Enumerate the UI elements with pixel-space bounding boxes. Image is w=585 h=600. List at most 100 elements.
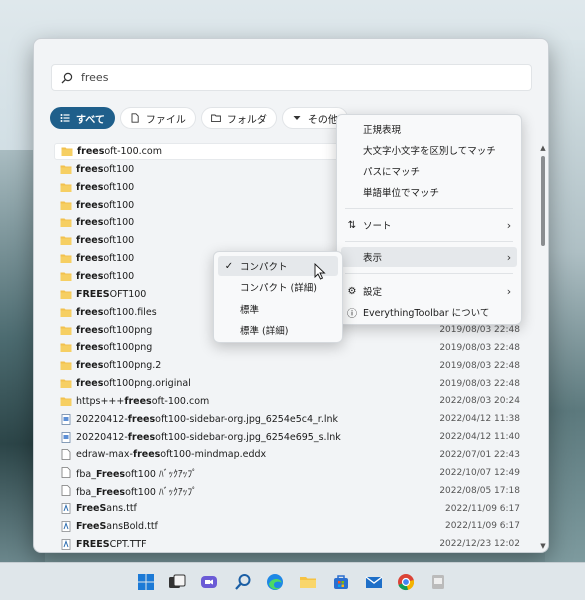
- result-row[interactable]: FREESCPT.TTF 2022/12/23 12:02: [54, 536, 522, 552]
- folder-icon: [61, 147, 73, 156]
- menu-item-whole-word[interactable]: 単語単位でマッチ: [341, 182, 517, 202]
- search-box[interactable]: [51, 64, 532, 91]
- filter-folder-button[interactable]: フォルダ: [200, 107, 277, 129]
- results-scrollbar[interactable]: ▲ ▼: [539, 142, 547, 550]
- result-name: freesoft100png: [76, 342, 430, 353]
- menu-separator: [345, 273, 513, 274]
- document-icon: [61, 485, 71, 497]
- chat-icon[interactable]: [199, 572, 219, 592]
- result-row[interactable]: freesoft100png.original 2019/08/03 22:48: [54, 375, 522, 392]
- result-name-rest: oft100-mindmap.eddx: [160, 449, 267, 461]
- font-file-icon: [61, 520, 71, 532]
- menu-item-regex-label: 正規表現: [363, 125, 402, 136]
- chevron-right-icon: ›: [506, 250, 512, 264]
- mouse-cursor-icon: [314, 263, 326, 280]
- filter-bar: すべて ファイル フォルダ その他: [50, 107, 348, 129]
- chrome-icon[interactable]: [396, 572, 416, 592]
- result-row[interactable]: freesoft100png.2 2019/08/03 22:48: [54, 357, 522, 374]
- result-name-prefix: fba_: [76, 468, 96, 480]
- document-icon: [61, 467, 71, 479]
- folder-icon: [60, 254, 72, 264]
- file-explorer-icon[interactable]: [298, 572, 318, 592]
- submenu-item-compact-detail[interactable]: コンパクト (詳細): [218, 277, 338, 297]
- menu-item-match-case[interactable]: 大文字小文字を区別してマッチ: [341, 140, 517, 160]
- microsoft-store-icon[interactable]: [331, 572, 351, 592]
- result-date: 2019/08/03 22:48: [439, 342, 520, 353]
- folder-icon: [60, 218, 72, 228]
- menu-item-settings-label: 設定: [363, 287, 383, 298]
- menu-separator: [345, 241, 513, 242]
- result-row[interactable]: FreeSans.ttf 2022/11/09 6:17: [54, 500, 522, 517]
- result-name-rest: oft-100.com: [104, 146, 162, 157]
- filter-all-button[interactable]: すべて: [50, 107, 115, 129]
- result-name-rest: oft100: [103, 270, 135, 282]
- menu-item-view[interactable]: 表示 ›: [341, 247, 517, 267]
- result-name-rest: oft100 ﾊﾞｯｸｱｯﾌﾟ: [125, 468, 197, 480]
- result-name-rest: oft100png: [103, 324, 153, 336]
- scroll-up-icon[interactable]: ▲: [539, 144, 547, 152]
- result-row[interactable]: 20220412-freesoft100-sidebar-org.jpg_625…: [54, 411, 522, 428]
- result-name-prefix: https+++: [76, 395, 125, 407]
- menu-item-match-path-label: パスにマッチ: [363, 167, 421, 178]
- result-name-highlight: frees: [132, 449, 161, 461]
- result-row[interactable]: 20220412-freesoft100-sidebar-org.jpg_625…: [54, 429, 522, 446]
- mail-icon[interactable]: [364, 572, 384, 592]
- result-name-highlight: FREES: [76, 288, 110, 300]
- menu-item-sort-label: ソート: [363, 221, 392, 232]
- result-date: 2022/10/07 12:49: [439, 467, 520, 478]
- result-name-prefix: 20220412-: [76, 431, 128, 443]
- task-view-icon[interactable]: [167, 572, 187, 592]
- result-name-rest: oft100: [103, 253, 135, 265]
- info-icon: ⓘ: [347, 308, 357, 320]
- result-name-rest: oft100-sidebar-org.jpg_6254e5c4_r.lnk: [155, 413, 338, 425]
- search-icon[interactable]: [233, 572, 253, 592]
- result-name: fba_Freesoft100 ﾊﾞｯｸｱｯﾌﾟ: [76, 484, 430, 498]
- sort-icon: ⇅: [347, 219, 357, 231]
- result-row[interactable]: fba_Freesoft100 ﾊﾞｯｸｱｯﾌﾟ 2022/10/07 12:49: [54, 464, 522, 481]
- result-name-rest: CPT.TTF: [109, 538, 147, 550]
- result-date: 2022/11/09 6:17: [445, 521, 520, 532]
- result-name: 20220412-freesoft100-sidebar-org.jpg_625…: [76, 432, 430, 443]
- menu-item-sort[interactable]: ⇅ ソート ›: [341, 215, 517, 235]
- folder-icon: [60, 272, 72, 281]
- result-name-highlight: frees: [76, 324, 104, 336]
- result-name-highlight: frees: [127, 413, 156, 425]
- submenu-item-normal-detail-label: 標準 (詳細): [240, 326, 289, 337]
- start-icon[interactable]: [136, 572, 156, 592]
- menu-item-about[interactable]: ⓘ EverythingToolbar について: [341, 302, 517, 322]
- file-icon: [61, 449, 71, 461]
- menu-item-regex[interactable]: 正規表現: [341, 119, 517, 139]
- folder-icon: [60, 308, 72, 317]
- menu-item-settings[interactable]: ⚙ 設定 ›: [341, 281, 517, 301]
- result-row[interactable]: edraw-max-freesoft100-mindmap.eddx 2022/0…: [54, 446, 522, 463]
- app-icon[interactable]: [428, 572, 448, 592]
- edge-browser-icon[interactable]: [265, 572, 285, 592]
- chevron-right-icon: ›: [506, 284, 512, 298]
- result-name-rest: oft100: [103, 217, 135, 229]
- filter-file-button[interactable]: ファイル: [119, 107, 196, 129]
- search-input[interactable]: [81, 71, 481, 84]
- result-name-highlight: FreeS: [76, 503, 107, 514]
- menu-item-match-path[interactable]: パスにマッチ: [341, 161, 517, 181]
- result-date: 2019/08/03 22:48: [439, 325, 520, 335]
- menu-item-about-label: EverythingToolbar について: [363, 308, 490, 319]
- scroll-thumb[interactable]: [541, 156, 545, 246]
- result-row[interactable]: FreeSansBold.ttf 2022/11/09 6:17: [54, 518, 522, 535]
- result-name-rest: oft100png.2: [103, 360, 162, 372]
- result-name-highlight: frees: [76, 378, 104, 390]
- result-row[interactable]: https+++freesoft-100.com 2022/08/03 20:24: [54, 393, 522, 410]
- result-name-highlight: frees: [76, 181, 104, 193]
- result-name-highlight: frees: [124, 395, 152, 407]
- result-name: fba_Freesoft100 ﾊﾞｯｸｱｯﾌﾟ: [76, 466, 430, 480]
- result-date: 2022/08/05 17:18: [439, 485, 520, 496]
- font-file-icon: [61, 503, 71, 514]
- result-name-highlight: Frees: [95, 486, 126, 498]
- search-icon: [61, 72, 73, 83]
- submenu-item-normal[interactable]: 標準: [218, 299, 338, 319]
- submenu-item-normal-detail[interactable]: 標準 (詳細): [218, 320, 338, 340]
- scroll-down-icon[interactable]: ▼: [539, 542, 547, 550]
- result-name-highlight: frees: [76, 253, 104, 265]
- result-name: edraw-max-freesoft100-mindmap.eddx: [76, 449, 430, 460]
- folder-icon: [60, 201, 72, 210]
- result-row[interactable]: fba_Freesoft100 ﾊﾞｯｸｱｯﾌﾟ 2022/08/05 17:18: [54, 482, 522, 499]
